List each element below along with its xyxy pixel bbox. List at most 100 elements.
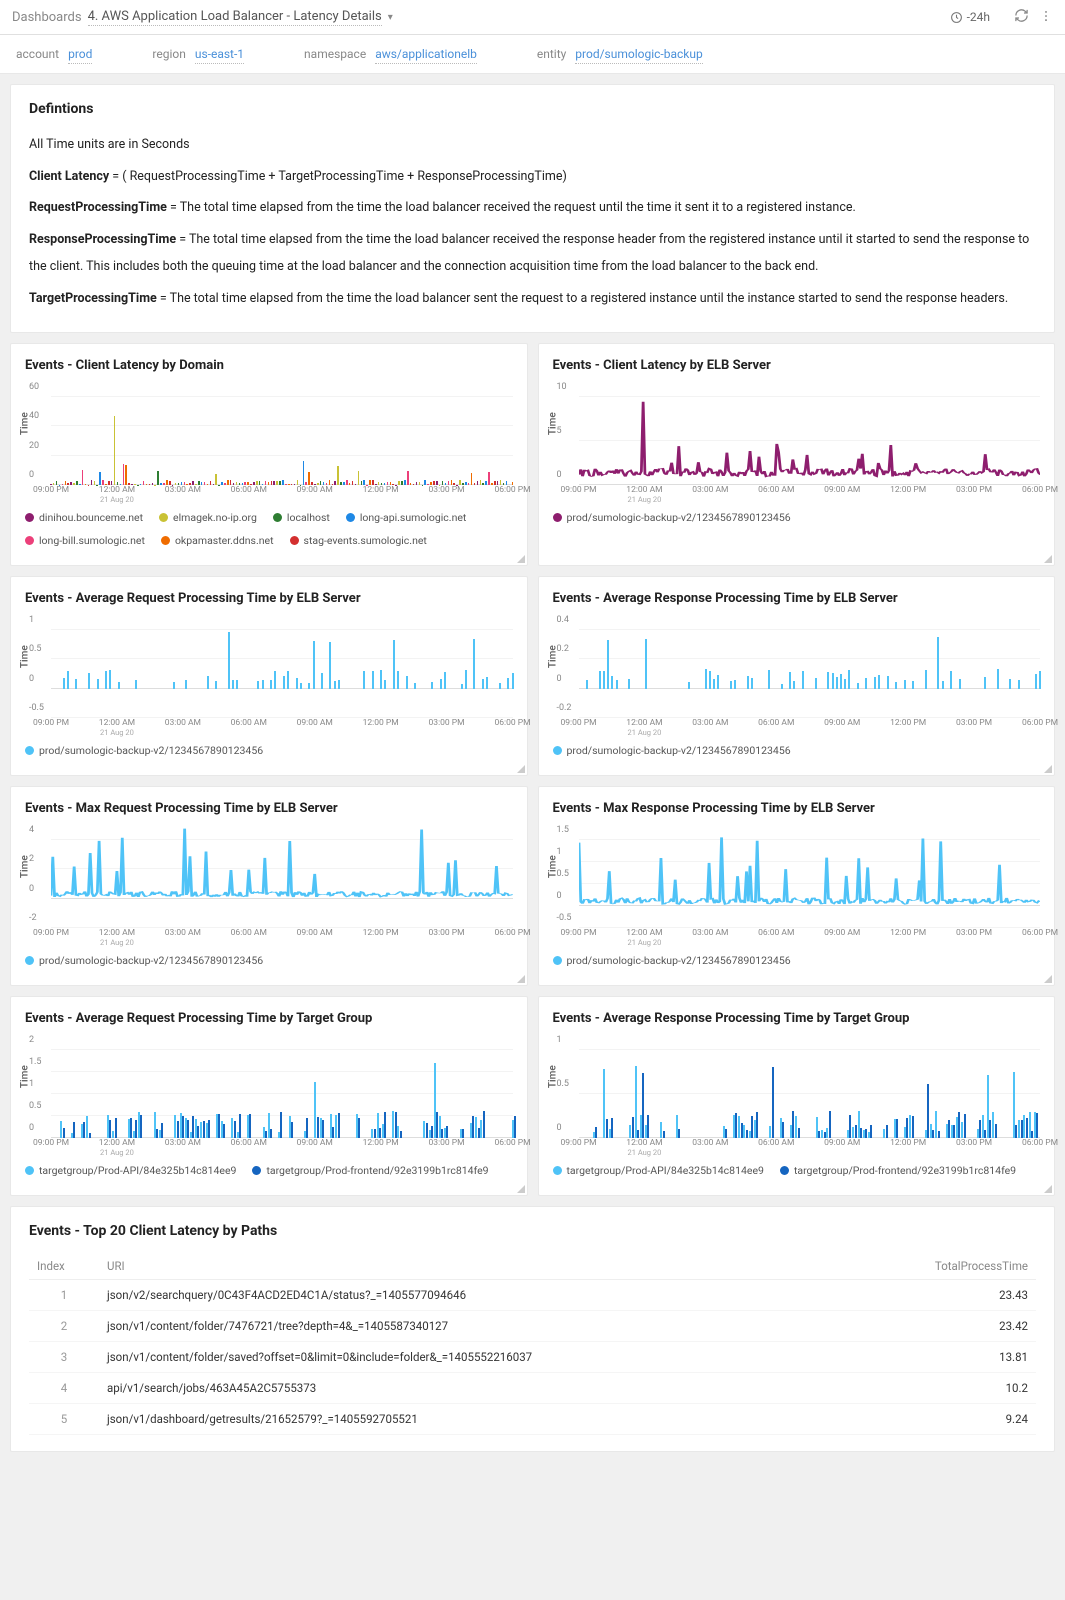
table-row[interactable]: 5 json/v1/dashboard/getresults/21652579?… xyxy=(29,1404,1036,1435)
chart-card: Events - Average Response Processing Tim… xyxy=(538,996,1056,1196)
time-range-button[interactable]: -24h xyxy=(950,10,990,24)
resize-handle-icon[interactable] xyxy=(517,765,525,773)
y-tick: 0.5 xyxy=(29,1101,42,1111)
legend-label: dinihou.bounceme.net xyxy=(39,511,143,524)
chart-area[interactable]: Time00.5109:00 PM12:00 AM21 Aug 2003:00 … xyxy=(553,1034,1041,1154)
legend-label: elmagek.no-ip.org xyxy=(173,511,257,524)
chevron-down-icon[interactable]: ▾ xyxy=(388,12,393,23)
filter-entity[interactable]: entity prod/sumologic-backup xyxy=(537,47,703,61)
x-tick: 03:00 AM xyxy=(692,1138,728,1148)
legend-item[interactable]: long-api.sumologic.net xyxy=(346,511,467,524)
filter-value: us-east-1 xyxy=(195,47,244,64)
cell-time: 23.43 xyxy=(896,1280,1036,1311)
chart-title: Events - Max Request Processing Time by … xyxy=(25,801,513,816)
resize-handle-icon[interactable] xyxy=(1044,555,1052,563)
legend-label: stag-events.sumologic.net xyxy=(304,534,427,547)
resize-handle-icon[interactable] xyxy=(517,1185,525,1193)
chart-legend: prod/sumologic-backup-v2/123456789012345… xyxy=(553,744,1041,757)
breadcrumb-page[interactable]: 4. AWS Application Load Balancer - Laten… xyxy=(88,9,382,26)
chart-area[interactable]: Time-0.200.20.409:00 PM12:00 AM21 Aug 20… xyxy=(553,614,1041,734)
legend-item[interactable]: targetgroup/Prod-frontend/92e3199b1rc814… xyxy=(252,1164,488,1177)
legend-item[interactable]: elmagek.no-ip.org xyxy=(159,511,257,524)
x-tick: 06:00 PM xyxy=(1022,718,1058,728)
filter-region[interactable]: region us-east-1 xyxy=(152,47,244,61)
breadcrumb-root[interactable]: Dashboards xyxy=(12,10,82,25)
y-tick: 4 xyxy=(29,825,34,835)
x-tick: 09:00 PM xyxy=(33,718,69,728)
table-col-time[interactable]: TotalProcessTime xyxy=(896,1253,1036,1280)
y-tick: -0.5 xyxy=(29,703,44,713)
chart-area[interactable]: Time-202409:00 PM12:00 AM21 Aug 2003:00 … xyxy=(25,824,513,944)
legend-item[interactable]: targetgroup/Prod-frontend/92e3199b1rc814… xyxy=(780,1164,1016,1177)
x-tick: 09:00 AM xyxy=(297,485,333,495)
legend-label: long-bill.sumologic.net xyxy=(39,534,145,547)
cell-index: 2 xyxy=(29,1311,99,1342)
chart-area[interactable]: Time020406009:00 PM12:00 AM21 Aug 2003:0… xyxy=(25,381,513,501)
legend-swatch-icon xyxy=(553,956,562,965)
table-row[interactable]: 1 json/v2/searchquery/0C43F4ACD2ED4C1A/s… xyxy=(29,1280,1036,1311)
x-tick: 03:00 AM xyxy=(165,928,201,938)
x-tick: 12:00 PM xyxy=(890,718,926,728)
chart-legend: prod/sumologic-backup-v2/123456789012345… xyxy=(25,954,513,967)
refresh-button[interactable] xyxy=(1014,8,1029,26)
x-tick: 03:00 PM xyxy=(429,1138,465,1148)
chart-area[interactable]: Time051009:00 PM12:00 AM21 Aug 2003:00 A… xyxy=(553,381,1041,501)
cell-uri: json/v2/searchquery/0C43F4ACD2ED4C1A/sta… xyxy=(99,1280,896,1311)
resize-handle-icon[interactable] xyxy=(1044,1185,1052,1193)
more-menu-button[interactable] xyxy=(1039,9,1053,26)
chart-legend: dinihou.bounceme.net elmagek.no-ip.org loc… xyxy=(25,511,513,547)
legend-item[interactable]: prod/sumologic-backup-v2/123456789012345… xyxy=(553,744,791,757)
x-tick: 09:00 PM xyxy=(33,485,69,495)
chart-legend: prod/sumologic-backup-v2/123456789012345… xyxy=(553,954,1041,967)
cell-index: 1 xyxy=(29,1280,99,1311)
legend-item[interactable]: targetgroup/Prod-API/84e325b14c814ee9 xyxy=(25,1164,236,1177)
header-bar: Dashboards 4. AWS Application Load Balan… xyxy=(0,0,1065,35)
y-tick: 1.5 xyxy=(557,825,570,835)
legend-item[interactable]: dinihou.bounceme.net xyxy=(25,511,143,524)
legend-swatch-icon xyxy=(553,746,562,755)
cell-index: 5 xyxy=(29,1404,99,1435)
cell-time: 23.42 xyxy=(896,1311,1036,1342)
resize-handle-icon[interactable] xyxy=(517,975,525,983)
filter-account[interactable]: account prod xyxy=(16,47,92,61)
chart-card: Events - Max Request Processing Time by … xyxy=(10,786,528,986)
chart-area[interactable]: Time-0.500.511.509:00 PM12:00 AM21 Aug 2… xyxy=(553,824,1041,944)
table-row[interactable]: 3 json/v1/content/folder/saved?offset=0&… xyxy=(29,1342,1036,1373)
legend-item[interactable]: stag-events.sumologic.net xyxy=(290,534,427,547)
filter-label: entity xyxy=(537,47,566,61)
x-tick: 12:00 PM xyxy=(363,928,399,938)
legend-item[interactable]: localhost xyxy=(273,511,330,524)
x-tick: 03:00 PM xyxy=(429,928,465,938)
y-tick: 0 xyxy=(557,674,562,684)
legend-item[interactable]: targetgroup/Prod-API/84e325b14c814ee9 xyxy=(553,1164,764,1177)
x-tick: 12:00 PM xyxy=(890,1138,926,1148)
y-tick: 2 xyxy=(29,854,34,864)
table-row[interactable]: 2 json/v1/content/folder/7476721/tree?de… xyxy=(29,1311,1036,1342)
table-panel: Events - Top 20 Client Latency by Paths … xyxy=(10,1206,1055,1452)
panel-title: Events - Top 20 Client Latency by Paths xyxy=(29,1223,1036,1239)
table-col-index[interactable]: Index xyxy=(29,1253,99,1280)
cell-uri: json/v1/dashboard/getresults/21652579?_=… xyxy=(99,1404,896,1435)
legend-swatch-icon xyxy=(25,1166,34,1175)
y-tick: 60 xyxy=(29,382,39,392)
resize-handle-icon[interactable] xyxy=(1044,975,1052,983)
filter-namespace[interactable]: namespace aws/applicationelb xyxy=(304,47,477,61)
resize-handle-icon[interactable] xyxy=(517,555,525,563)
x-tick: 09:00 PM xyxy=(560,718,596,728)
legend-item[interactable]: prod/sumologic-backup-v2/123456789012345… xyxy=(553,511,791,524)
chart-card: Events - Average Response Processing Tim… xyxy=(538,576,1056,776)
x-tick: 06:00 AM xyxy=(758,718,794,728)
legend-item[interactable]: okpamaster.ddns.net xyxy=(161,534,274,547)
filter-value: prod/sumologic-backup xyxy=(575,47,702,64)
legend-item[interactable]: prod/sumologic-backup-v2/123456789012345… xyxy=(25,744,263,757)
legend-item[interactable]: prod/sumologic-backup-v2/123456789012345… xyxy=(25,954,263,967)
legend-item[interactable]: prod/sumologic-backup-v2/123456789012345… xyxy=(553,954,791,967)
legend-item[interactable]: long-bill.sumologic.net xyxy=(25,534,145,547)
legend-label: prod/sumologic-backup-v2/123456789012345… xyxy=(39,744,263,757)
resize-handle-icon[interactable] xyxy=(1044,765,1052,773)
table-row[interactable]: 4 api/v1/search/jobs/463A45A2C5755373 10… xyxy=(29,1373,1036,1404)
legend-label: long-api.sumologic.net xyxy=(360,511,467,524)
chart-area[interactable]: Time00.511.5209:00 PM12:00 AM21 Aug 2003… xyxy=(25,1034,513,1154)
chart-area[interactable]: Time-0.500.5109:00 PM12:00 AM21 Aug 2003… xyxy=(25,614,513,734)
table-col-uri[interactable]: URI xyxy=(99,1253,896,1280)
